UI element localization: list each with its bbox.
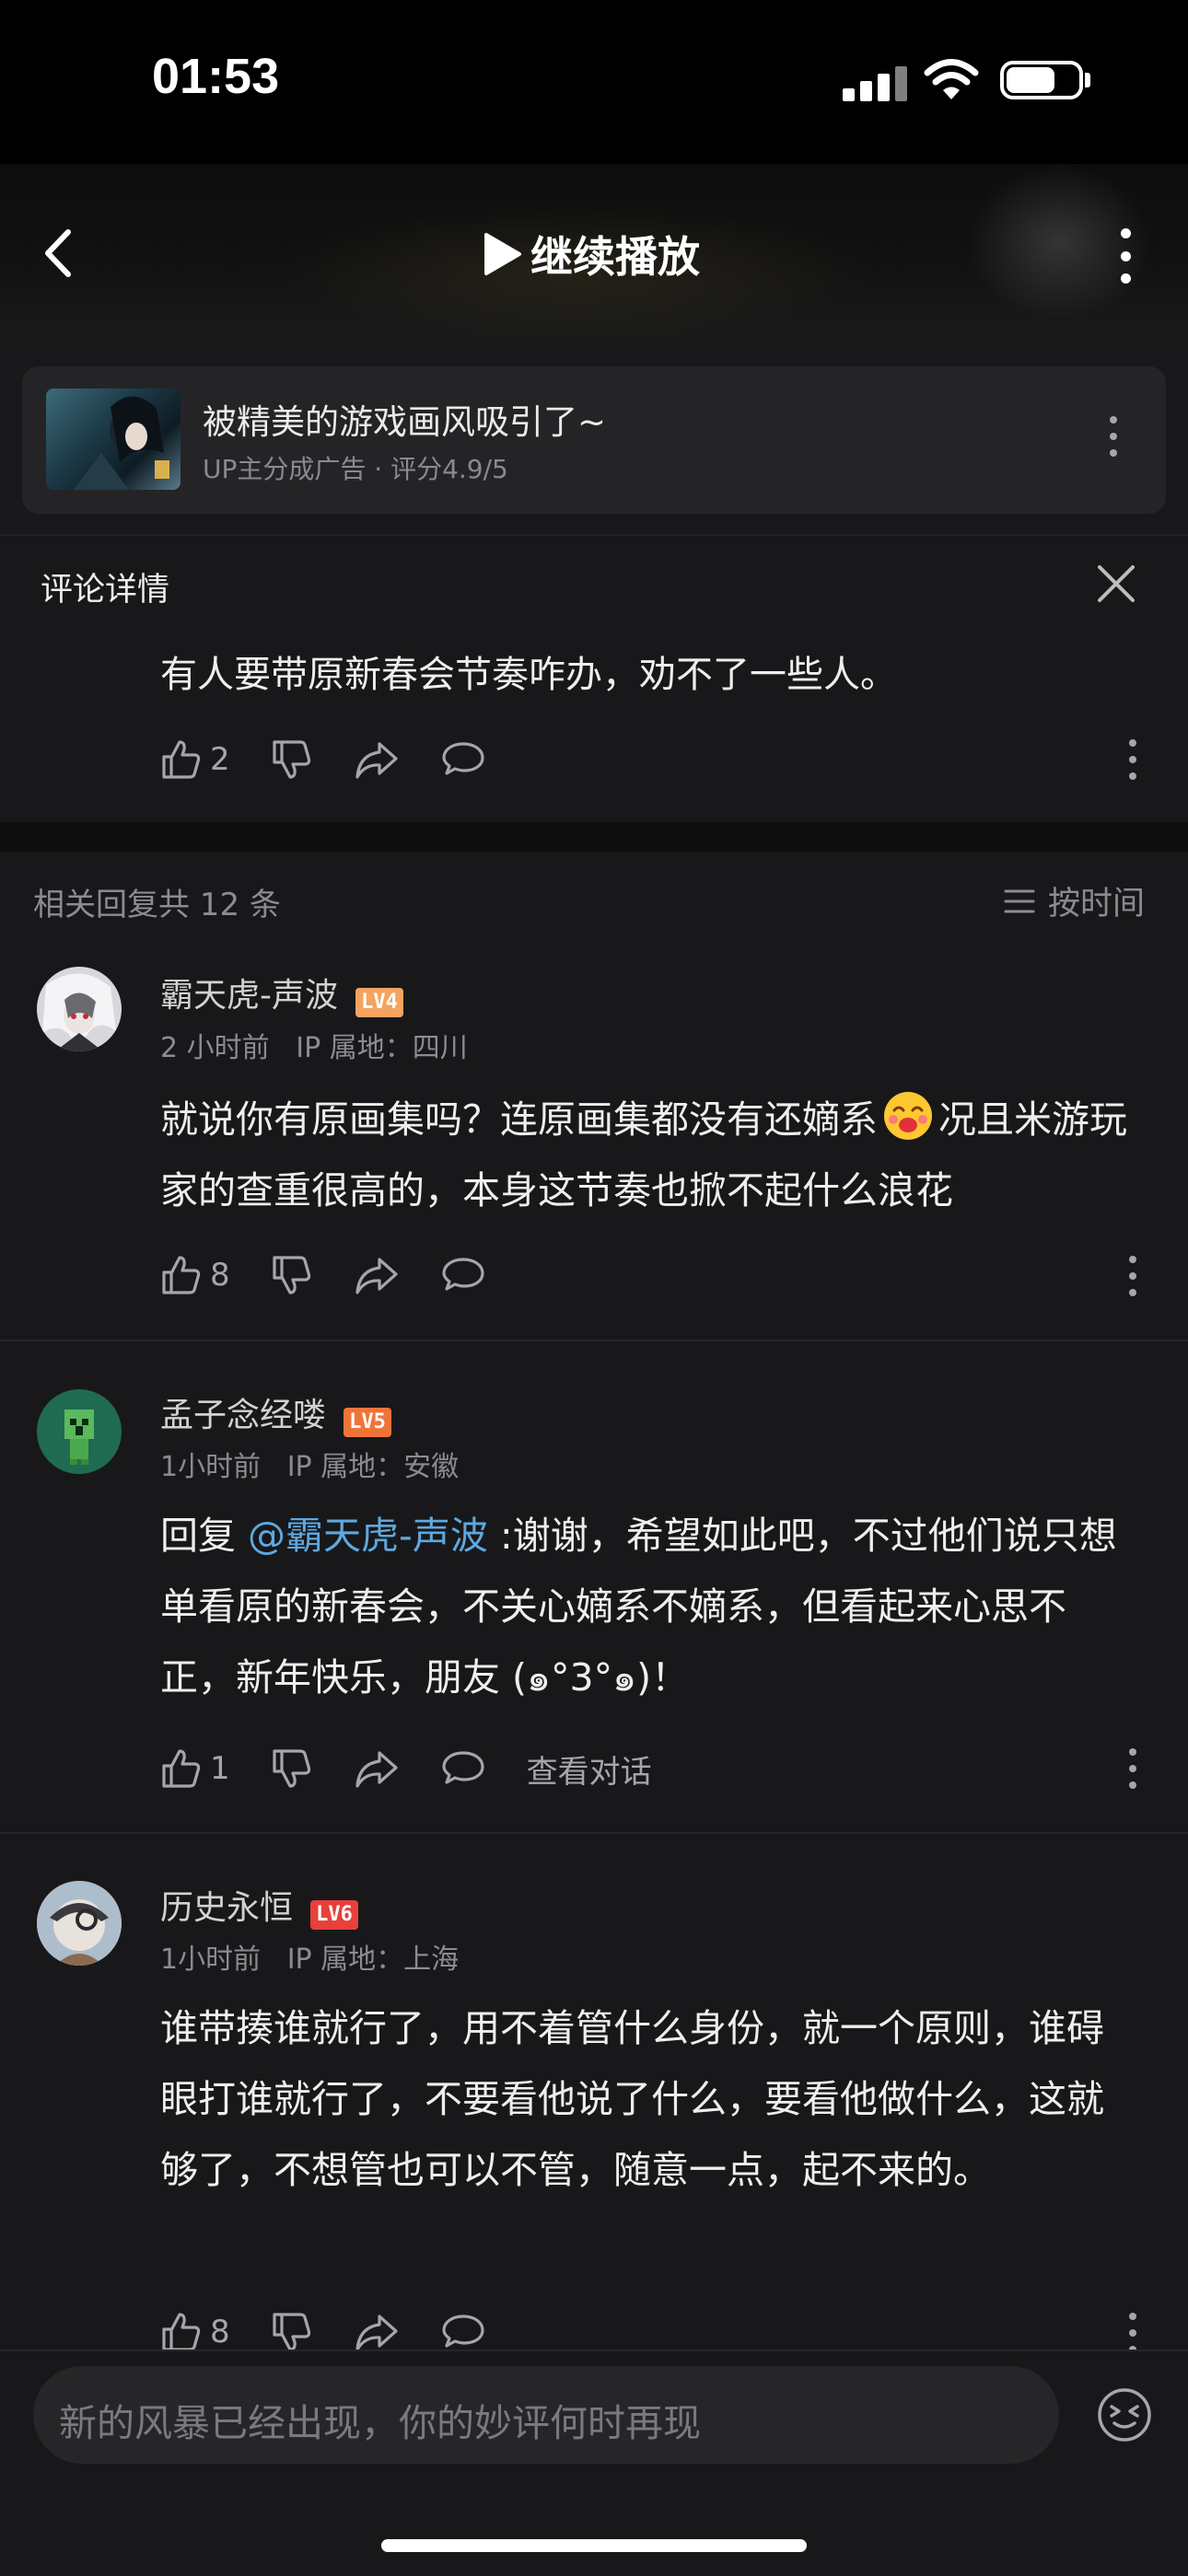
username[interactable]: 霸天虎-声波 — [160, 977, 338, 1015]
thumbs-up-icon — [162, 740, 201, 779]
username[interactable]: 历史永恒 — [160, 1889, 293, 1927]
comment-text: 谁带揍谁就行了，用不着管什么身份，就一个原则，谁碍眼打谁就行了，不要看他说了什么… — [160, 2006, 1104, 2192]
page-title: 评论详情 — [41, 572, 170, 609]
like-count: 2 — [210, 741, 230, 778]
more-options-icon[interactable] — [1128, 1256, 1137, 1296]
share-button[interactable] — [354, 1747, 400, 1790]
comment-meta: 1小时前 IP 属地：安徽 — [160, 1451, 460, 1483]
share-icon — [355, 1258, 398, 1294]
ad-subtitle: UP主分成广告 · 评分4.9/5 — [203, 454, 508, 484]
continue-play-button[interactable]: 继续播放 — [481, 225, 700, 284]
battery-level — [1007, 67, 1054, 93]
reply-button[interactable] — [440, 1747, 486, 1790]
emoji-sticker-icon — [884, 1092, 932, 1140]
section-separator — [0, 822, 1188, 852]
comment-meta: 1小时前 IP 属地：上海 — [160, 1944, 460, 1976]
share-icon — [355, 742, 398, 779]
comment-actions: 1 查看对话 — [160, 1741, 652, 1796]
comment-input-placeholder[interactable]: 新的风暴已经出现，你的妙评何时再现 — [59, 2392, 701, 2447]
comment-meta: 2 小时前 IP 属地：四川 — [160, 1032, 468, 1064]
thumbs-up-icon — [162, 1256, 201, 1294]
main-comment-actions: 2 — [160, 732, 527, 787]
dislike-button[interactable] — [271, 1747, 313, 1790]
reply-prefix: 回复 — [160, 1514, 249, 1558]
mention-link[interactable]: @霸天虎-声波 — [248, 1514, 488, 1558]
more-options-icon[interactable] — [1114, 228, 1136, 284]
comment-text-part: 就说你有原画集吗？连原画集都没有还嫡系 — [160, 1097, 878, 1142]
dislike-button[interactable] — [271, 2311, 313, 2353]
reply-button[interactable] — [440, 1254, 486, 1296]
comment-header: 孟子念经喽 LV5 — [160, 1388, 391, 1437]
play-icon — [484, 233, 521, 275]
avatar[interactable] — [37, 1389, 122, 1474]
ad-thumbnail[interactable] — [46, 389, 181, 490]
back-icon[interactable] — [37, 221, 83, 285]
reply-button[interactable] — [440, 2311, 486, 2353]
more-options-icon[interactable] — [1128, 2313, 1137, 2353]
share-icon — [355, 2315, 398, 2351]
cellular-signal-icon — [843, 64, 907, 101]
comment-header: 霸天虎-声波 LV4 — [160, 969, 403, 1017]
share-icon — [355, 1751, 398, 1788]
close-icon[interactable] — [1094, 562, 1138, 606]
ad-title[interactable]: 被精美的游戏画风吸引了~ — [203, 394, 606, 444]
avatar[interactable] — [37, 967, 122, 1051]
continue-play-label: 继续播放 — [530, 232, 700, 282]
level-badge: LV4 — [355, 987, 403, 1017]
thumbs-down-icon — [273, 1256, 310, 1294]
comment-bubble-icon — [442, 742, 484, 775]
wifi-icon — [924, 59, 979, 99]
share-button[interactable] — [354, 738, 400, 781]
thumbs-up-icon — [162, 1749, 201, 1788]
like-count: 1 — [210, 1750, 230, 1787]
like-count: 8 — [210, 2314, 230, 2350]
comment-bubble-icon — [442, 1258, 484, 1291]
comment-bubble-icon — [442, 2315, 484, 2348]
more-options-icon[interactable] — [1128, 1748, 1137, 1789]
comment-text: 就说你有原画集吗？连原画集都没有还嫡系 况且米游玩家的查重很高的，本身这节奏也掀… — [160, 1085, 1136, 1226]
like-button[interactable]: 8 — [160, 2311, 230, 2353]
share-button[interactable] — [354, 2311, 400, 2353]
emoji-icon[interactable] — [1096, 2386, 1153, 2443]
like-button[interactable]: 1 — [160, 1747, 230, 1790]
comment-header: 历史永恒 LV6 — [160, 1881, 358, 1930]
thumbs-down-icon — [273, 1749, 310, 1788]
reply-button[interactable] — [440, 738, 486, 781]
username[interactable]: 孟子念经喽 — [160, 1397, 326, 1434]
thumbs-down-icon — [273, 2313, 310, 2351]
like-button[interactable]: 8 — [160, 1254, 230, 1296]
list-icon — [1004, 889, 1035, 912]
avatar[interactable] — [37, 1881, 122, 1966]
like-button[interactable]: 2 — [160, 738, 230, 781]
comment-actions: 8 — [160, 1247, 527, 1303]
comment-text: 回复 @霸天虎-声波 :谢谢，希望如此吧，不过他们说只想单看原的新春会，不关心嫡… — [160, 1501, 1136, 1713]
more-options-icon[interactable] — [1128, 739, 1137, 780]
dislike-button[interactable] — [271, 1254, 313, 1296]
level-badge: LV5 — [344, 1407, 391, 1437]
home-indicator[interactable] — [381, 2539, 807, 2552]
divider — [0, 1832, 1188, 1834]
main-comment-text: 有人要带原新春会节奏咋办，劝不了一些人。 — [160, 654, 897, 696]
level-badge: LV6 — [310, 1899, 358, 1930]
view-conversation-link[interactable]: 查看对话 — [527, 1746, 652, 1792]
ad-more-icon[interactable] — [1109, 416, 1118, 457]
thumbs-up-icon — [162, 2313, 201, 2351]
comment-bubble-icon — [442, 1751, 484, 1784]
status-time: 01:53 — [152, 49, 280, 104]
sort-by-time-button[interactable]: 按时间 — [1004, 877, 1145, 924]
share-button[interactable] — [354, 1254, 400, 1296]
like-count: 8 — [210, 1257, 230, 1294]
divider — [0, 1340, 1188, 1341]
reply-count: 相关回复共 12 条 — [33, 887, 281, 923]
thumbs-down-icon — [273, 740, 310, 779]
divider — [0, 534, 1188, 536]
sort-label: 按时间 — [1048, 886, 1146, 922]
dislike-button[interactable] — [271, 738, 313, 781]
battery-cap — [1085, 73, 1090, 87]
